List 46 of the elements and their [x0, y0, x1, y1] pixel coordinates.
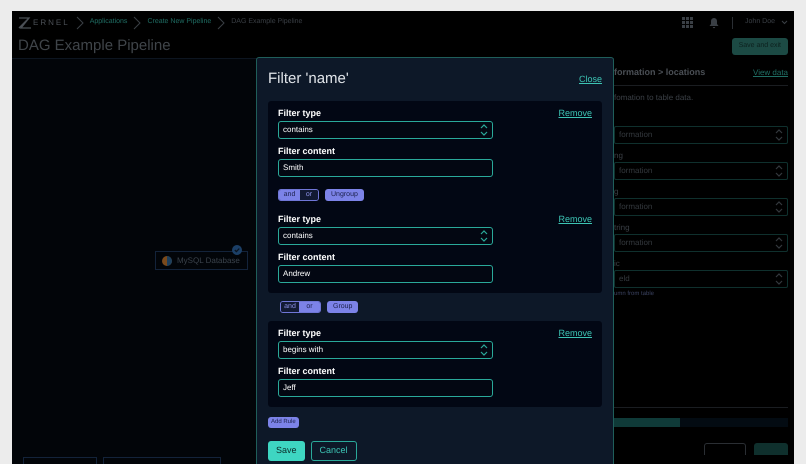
field-label: g — [614, 186, 620, 196]
remove-link[interactable]: Remove — [558, 212, 592, 226]
up-down-icon — [775, 164, 783, 176]
field-label: tring — [614, 222, 631, 232]
save-button[interactable]: Save — [268, 440, 305, 460]
field-label: Filter type — [278, 326, 322, 338]
filter-content-input[interactable]: Smith — [278, 158, 493, 176]
filter-type-select[interactable]: contains — [278, 226, 493, 244]
up-down-icon — [775, 128, 783, 140]
chevron-right-icon — [217, 16, 226, 30]
field-label: Filter content — [278, 144, 336, 156]
filter-content-input[interactable]: Jeff — [278, 378, 493, 396]
field-label: Filter type — [278, 106, 322, 118]
chevron-right-icon — [76, 16, 84, 30]
view-data-link[interactable]: View data — [753, 66, 788, 79]
app-grid-icon[interactable] — [682, 16, 694, 28]
filter-type-select[interactable]: contains — [278, 120, 493, 138]
field-label: ng — [614, 150, 624, 160]
filter-type-select[interactable]: begins with — [278, 340, 493, 358]
up-down-icon — [775, 272, 783, 284]
outline-button[interactable] — [704, 442, 746, 454]
panel-title: formation > locations — [614, 66, 706, 79]
filter-content-input[interactable]: Andrew — [278, 264, 493, 282]
database-logo-icon — [162, 256, 172, 266]
field-label: ic — [614, 258, 621, 268]
logo-icon — [18, 16, 32, 28]
panel-description: fomation to table data. — [614, 92, 694, 104]
field-label: Filter content — [278, 250, 336, 262]
up-down-icon — [775, 200, 783, 212]
page-title: DAG Example Pipeline — [18, 36, 171, 56]
remove-link[interactable]: Remove — [558, 326, 592, 340]
up-down-icon — [480, 124, 488, 136]
field-label: Filter type — [278, 212, 322, 224]
chevron-down-icon[interactable] — [781, 20, 788, 25]
up-down-icon — [480, 230, 488, 242]
cancel-button[interactable]: Cancel — [310, 440, 357, 460]
modal-title: Filter 'name' — [268, 69, 349, 89]
up-down-icon — [480, 344, 488, 356]
filled-button[interactable] — [754, 442, 788, 454]
close-link[interactable]: Close — [578, 72, 602, 86]
remove-link[interactable]: Remove — [558, 106, 592, 120]
field-label: Filter content — [278, 364, 336, 376]
chevron-right-icon — [133, 16, 142, 30]
logo-text: ERNEL — [33, 16, 70, 28]
bell-icon[interactable] — [708, 16, 720, 28]
up-down-icon — [775, 236, 783, 248]
